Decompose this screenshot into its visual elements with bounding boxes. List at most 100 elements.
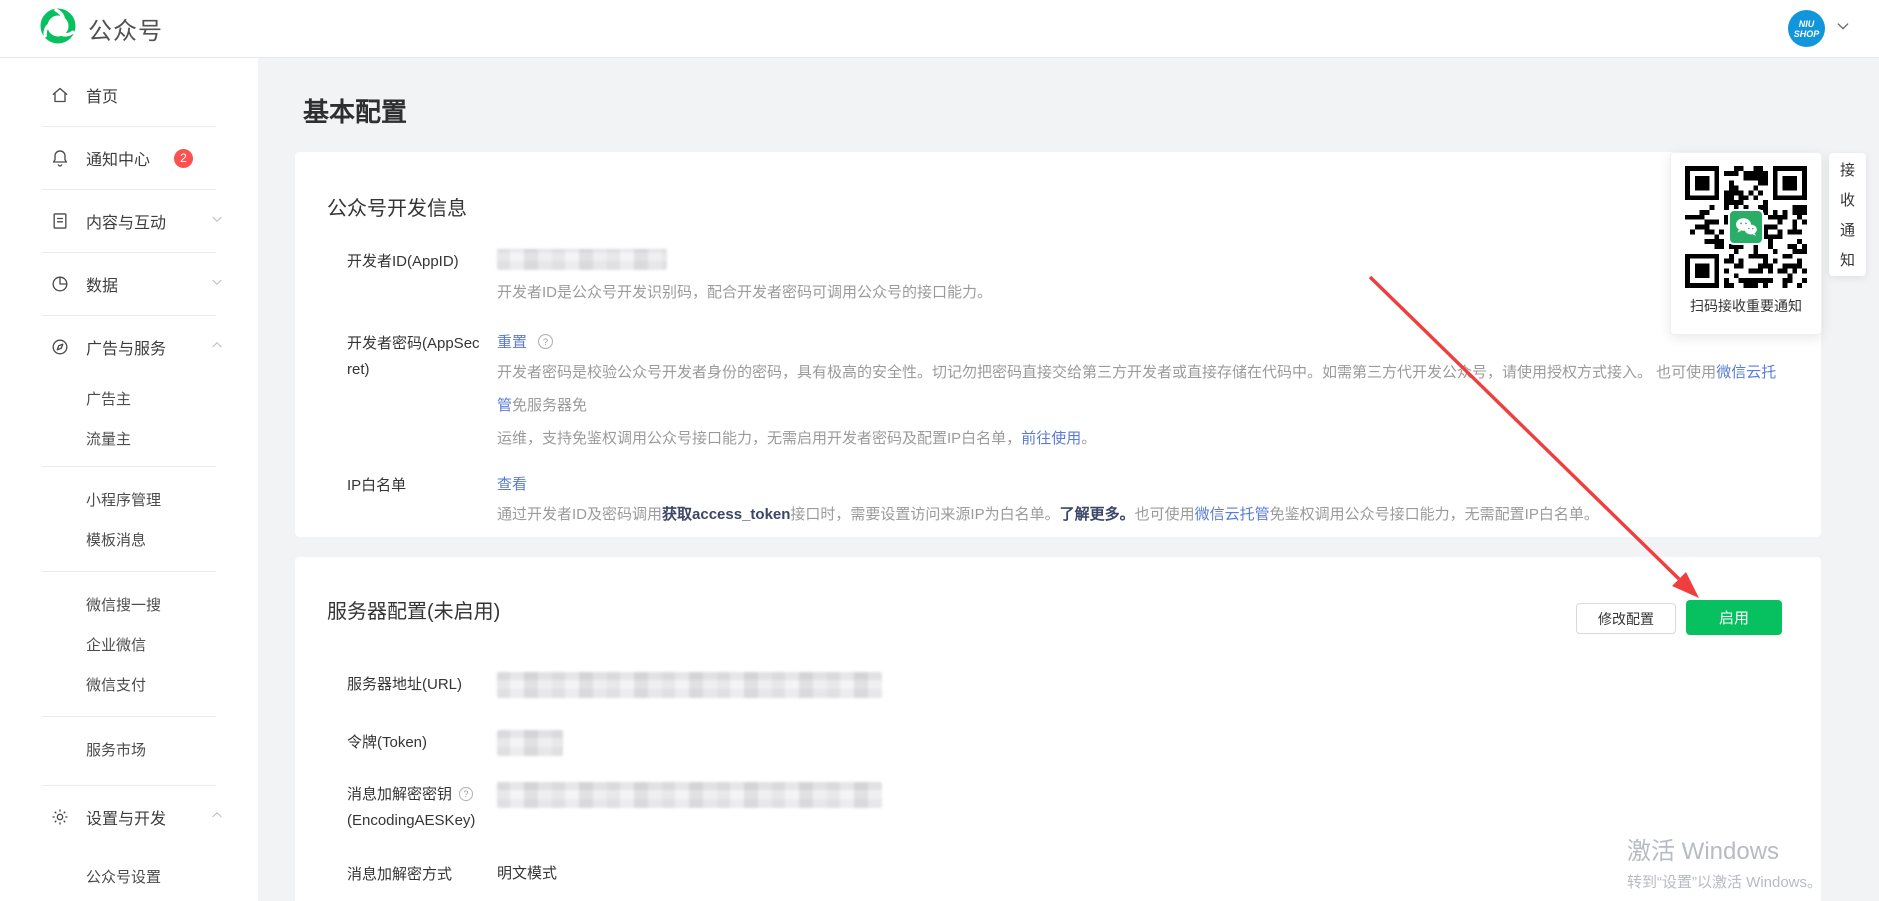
chevron-down-icon[interactable] bbox=[210, 212, 224, 231]
encrypt-method-row: 消息加解密方式 明文模式 bbox=[327, 862, 1781, 888]
account-menu[interactable]: NIU SHOP bbox=[1788, 10, 1851, 47]
wechat-mp-logo-icon bbox=[40, 8, 76, 49]
sidebar-item-label: 微信支付 bbox=[86, 674, 146, 695]
home-icon bbox=[50, 85, 70, 105]
sidebar-item-label: 内容与互动 bbox=[86, 209, 166, 233]
desc-text: 开发者密码是校验公众号开发者身份的密码，具有极高的安全性。切记勿把密码直接交给第… bbox=[497, 364, 1716, 381]
sidebar-item-data[interactable]: 数据 bbox=[0, 253, 258, 315]
receive-notifications-tab[interactable]: 接 收 通 知 bbox=[1829, 153, 1866, 276]
sidebar-item-label: 首页 bbox=[86, 83, 118, 107]
help-icon[interactable]: ? bbox=[537, 333, 554, 350]
sidebar-item-label: 企业微信 bbox=[86, 634, 146, 655]
qr-notification-panel: 扫码接收重要通知 bbox=[1670, 152, 1822, 335]
brand-title: 公众号 bbox=[88, 11, 163, 46]
sidebar-item-label: 数据 bbox=[86, 272, 118, 296]
chevron-down-icon[interactable] bbox=[210, 275, 224, 294]
document-icon bbox=[50, 211, 70, 231]
chevron-up-icon[interactable] bbox=[210, 808, 224, 827]
avatar[interactable]: NIU SHOP bbox=[1788, 10, 1825, 47]
sidebar-item-wechat-search[interactable]: 微信搜一搜 bbox=[0, 584, 258, 624]
ip-whitelist-label: IP白名单 bbox=[347, 473, 497, 531]
sidebar-item-notification-center[interactable]: 通知中心 2 bbox=[0, 127, 258, 189]
desc-text: 也可使用 bbox=[1135, 506, 1195, 523]
tab-char: 收 bbox=[1840, 189, 1855, 210]
wechat-logo-icon bbox=[1728, 209, 1764, 245]
desc-text: 通过开发者ID及密码调用 bbox=[497, 506, 662, 523]
sidebar: 首页 通知中心 2 内容与互动 数据 广告与服务 广告主 流量主 bbox=[0, 58, 258, 901]
avatar-text: NIU bbox=[1799, 19, 1815, 29]
chevron-up-icon[interactable] bbox=[210, 338, 224, 357]
page-title: 基本配置 bbox=[303, 92, 1879, 129]
view-ip-whitelist-link[interactable]: 查看 bbox=[497, 476, 527, 493]
modify-config-button[interactable]: 修改配置 bbox=[1576, 603, 1676, 634]
desc-text: 运维，支持免鉴权调用公众号接口能力，无需启用开发者密码及配置IP白名单， bbox=[497, 430, 1021, 447]
appsecret-label-line1: 开发者密码(AppSec bbox=[347, 331, 497, 357]
aeskey-label: 消息加解密密钥? (EncodingAESKey) bbox=[347, 782, 497, 834]
enable-button[interactable]: 启用 bbox=[1686, 600, 1782, 635]
sidebar-item-ads-services[interactable]: 广告与服务 bbox=[0, 316, 258, 378]
sidebar-item-template-message[interactable]: 模板消息 bbox=[0, 519, 258, 559]
aeskey-row: 消息加解密密钥? (EncodingAESKey) bbox=[327, 782, 1781, 834]
appid-description: 开发者ID是公众号开发识别码，配合开发者密码可调用公众号的接口能力。 bbox=[497, 276, 1781, 309]
svg-text:?: ? bbox=[464, 789, 469, 799]
sidebar-item-content-interaction[interactable]: 内容与互动 bbox=[0, 190, 258, 252]
sidebar-item-label: 小程序管理 bbox=[86, 489, 161, 510]
appid-value-redacted bbox=[497, 249, 667, 270]
tab-char: 通 bbox=[1840, 219, 1855, 240]
sidebar-item-label: 设置与开发 bbox=[86, 805, 166, 829]
encrypt-method-value: 明文模式 bbox=[497, 862, 1781, 888]
sidebar-item-account-settings[interactable]: 公众号设置 bbox=[0, 856, 258, 896]
sidebar-item-label: 服务市场 bbox=[86, 739, 146, 760]
notification-badge: 2 bbox=[174, 149, 193, 168]
sidebar-item-home[interactable]: 首页 bbox=[0, 64, 258, 126]
appsecret-label: 开发者密码(AppSec ret) bbox=[347, 331, 497, 455]
sidebar-item-settings-development[interactable]: 设置与开发 bbox=[0, 786, 258, 848]
token-row: 令牌(Token) bbox=[327, 730, 1781, 756]
ip-whitelist-row: IP白名单 查看 通过开发者ID及密码调用获取access_token接口时，需… bbox=[327, 473, 1781, 531]
sidebar-item-label: 公众号设置 bbox=[86, 866, 161, 887]
sidebar-item-enterprise-wechat[interactable]: 企业微信 bbox=[0, 624, 258, 664]
desc-text-strong: 获取access_token bbox=[662, 506, 790, 523]
server-url-label: 服务器地址(URL) bbox=[347, 672, 497, 698]
card-heading: 公众号开发信息 bbox=[327, 192, 1781, 221]
sidebar-item-label: 流量主 bbox=[86, 428, 131, 449]
appsecret-description: 开发者密码是校验公众号开发者身份的密码，具有极高的安全性。切记勿把密码直接交给第… bbox=[497, 356, 1781, 455]
sidebar-item-miniprogram-management[interactable]: 小程序管理 bbox=[0, 479, 258, 519]
divider bbox=[42, 466, 216, 467]
appid-label: 开发者ID(AppID) bbox=[347, 249, 497, 309]
divider bbox=[42, 716, 216, 717]
svg-text:?: ? bbox=[543, 337, 548, 347]
appid-row: 开发者ID(AppID) 开发者ID是公众号开发识别码，配合开发者密码可调用公众… bbox=[327, 249, 1781, 309]
help-icon[interactable]: ? bbox=[458, 786, 474, 802]
server-url-value-redacted bbox=[497, 672, 882, 698]
desc-text: 。 bbox=[1081, 430, 1096, 447]
server-url-row: 服务器地址(URL) bbox=[327, 672, 1781, 698]
server-config-card: 服务器配置(未启用) 修改配置 启用 服务器地址(URL) 令牌(Token) … bbox=[295, 557, 1821, 901]
go-to-use-link[interactable]: 前往使用 bbox=[1021, 430, 1081, 447]
token-value-redacted bbox=[497, 730, 563, 756]
sidebar-item-wechat-pay[interactable]: 微信支付 bbox=[0, 664, 258, 704]
avatar-text: SHOP bbox=[1794, 29, 1820, 39]
pie-chart-icon bbox=[50, 274, 70, 294]
compass-icon bbox=[50, 337, 70, 357]
sidebar-item-traffic-owner[interactable]: 流量主 bbox=[0, 418, 258, 458]
divider bbox=[42, 571, 216, 572]
developer-info-card: 公众号开发信息 开发者ID(AppID) 开发者ID是公众号开发识别码，配合开发… bbox=[295, 152, 1821, 537]
sidebar-item-label: 广告与服务 bbox=[86, 335, 166, 359]
sidebar-item-advertiser[interactable]: 广告主 bbox=[0, 378, 258, 418]
main-content: 基本配置 公众号开发信息 开发者ID(AppID) 开发者ID是公众号开发识别码… bbox=[258, 58, 1879, 901]
sidebar-item-service-market[interactable]: 服务市场 bbox=[0, 729, 258, 769]
reset-appsecret-link[interactable]: 重置 bbox=[497, 334, 527, 351]
appsecret-label-line2: ret) bbox=[347, 357, 497, 383]
chevron-down-icon[interactable] bbox=[1835, 18, 1851, 39]
learn-more-link[interactable]: 了解更多。 bbox=[1060, 506, 1135, 523]
gear-icon bbox=[50, 807, 70, 827]
desc-text: 免鉴权调用公众号接口能力，无需配置IP白名单。 bbox=[1270, 506, 1599, 523]
encrypt-method-label: 消息加解密方式 bbox=[347, 862, 497, 888]
wechat-cloud-hosting-link[interactable]: 微信云托管 bbox=[1195, 506, 1270, 523]
brand: 公众号 bbox=[40, 8, 163, 49]
appsecret-row: 开发者密码(AppSec ret) 重置 ? 开发者密码是校验公众号开发者身份的… bbox=[327, 331, 1781, 455]
ip-whitelist-description: 通过开发者ID及密码调用获取access_token接口时，需要设置访问来源IP… bbox=[497, 498, 1781, 531]
aeskey-label-line2: (EncodingAESKey) bbox=[347, 808, 497, 834]
tab-char: 知 bbox=[1840, 249, 1855, 270]
